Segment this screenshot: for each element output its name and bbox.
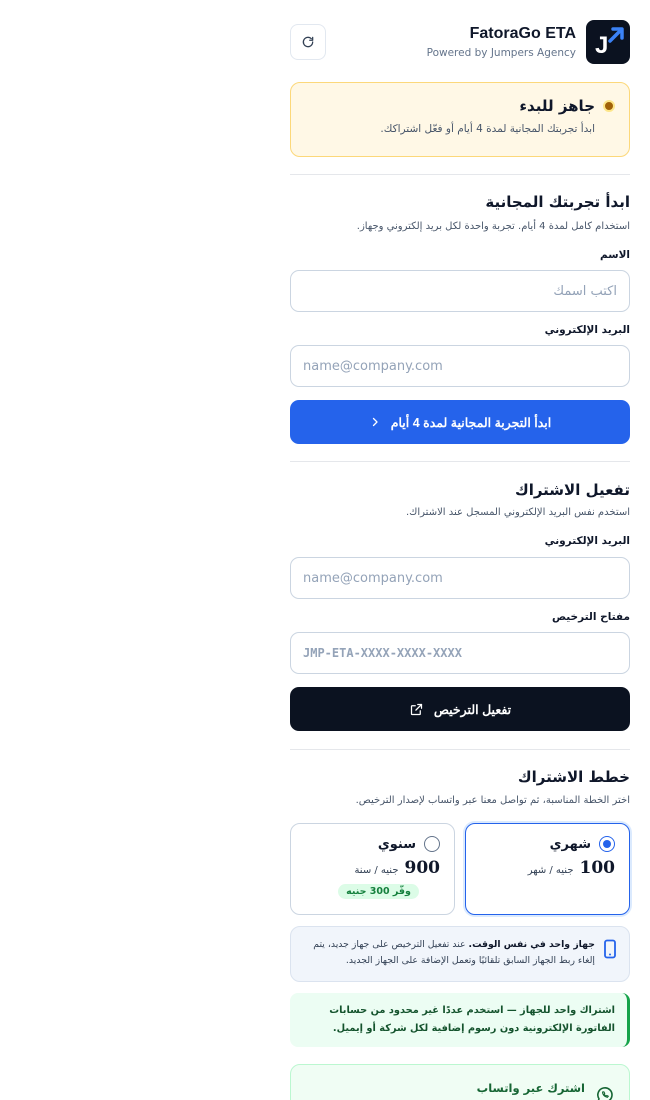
plan-yearly-card[interactable]: سنوي 900 جنيه / سنة وفّر 300 جنيه bbox=[290, 823, 455, 915]
divider bbox=[290, 174, 630, 175]
whatsapp-icon bbox=[597, 1087, 613, 1100]
plan-yearly-unit: جنيه / سنة bbox=[354, 865, 399, 876]
activation-title: تفعيل الاشتراك bbox=[514, 481, 630, 499]
device-note: جهاز واحد في نفس الوقت. عند تفعيل الترخي… bbox=[290, 926, 630, 982]
license-key-label: مفتاح الترخيص bbox=[551, 611, 630, 623]
activate-license-button[interactable]: تفعيل الترخيص bbox=[290, 687, 630, 731]
activation-subtitle: استخدم نفس البريد الإلكتروني المسجل عند … bbox=[405, 507, 630, 518]
activate-license-label: تفعيل الترخيص bbox=[433, 702, 512, 717]
popup-page: FatoraGo ETA Powered by Jumpers Agency J… bbox=[290, 0, 630, 1100]
device-note-text: جهاز واحد في نفس الوقت. عند تفعيل الترخي… bbox=[303, 937, 595, 971]
plan-yearly-name: سنوي bbox=[377, 836, 416, 852]
plan-monthly-unit: جنيه / شهر bbox=[527, 865, 574, 876]
trial-email-input[interactable] bbox=[290, 345, 630, 387]
trial-email-label: البريد الإلكتروني bbox=[544, 324, 630, 336]
device-note-bold: جهاز واحد في نفس الوقت. bbox=[468, 939, 595, 950]
header: FatoraGo ETA Powered by Jumpers Agency J bbox=[290, 20, 630, 64]
app-subtitle: Powered by Jumpers Agency bbox=[426, 47, 576, 59]
phone-icon bbox=[604, 939, 616, 959]
status-card: جاهز للبدء ابدأ تجربتك المجانية لمدة 4 أ… bbox=[290, 82, 630, 157]
start-trial-label: ابدأ التجربة المجانية لمدة 4 أيام bbox=[390, 415, 552, 430]
brand-text: FatoraGo ETA Powered by Jumpers Agency bbox=[427, 23, 576, 61]
plans-subtitle: اختر الخطة المناسبة، ثم تواصل معنا عبر و… bbox=[355, 795, 630, 806]
whatsapp-title: اشترك عبر واتساب bbox=[476, 1081, 585, 1095]
name-input[interactable] bbox=[290, 270, 630, 312]
plan-monthly-price: 100 bbox=[579, 858, 616, 878]
status-title: جاهز للبدء bbox=[519, 97, 595, 115]
app-logo: J bbox=[586, 20, 630, 64]
refresh-icon bbox=[302, 36, 314, 48]
brand: FatoraGo ETA Powered by Jumpers Agency J bbox=[427, 20, 630, 64]
whatsapp-subscribe-card[interactable]: اشترك عبر واتساب bbox=[290, 1064, 630, 1100]
plans-title: خطط الاشتراك bbox=[517, 768, 630, 786]
unlimited-accounts-note: اشتراك واحد للجهاز — استخدم عددًا غير مح… bbox=[290, 993, 630, 1047]
start-trial-button[interactable]: ابدأ التجربة المجانية لمدة 4 أيام bbox=[290, 400, 630, 444]
trial-subtitle: استخدام كامل لمدة 4 أيام. تجربة واحدة لك… bbox=[356, 221, 630, 232]
logo-letter: J bbox=[595, 32, 608, 59]
name-label: الاسم bbox=[600, 249, 630, 261]
status-dot-icon bbox=[603, 100, 615, 112]
plan-monthly-card[interactable]: شهري 100 جنيه / شهر bbox=[465, 823, 630, 915]
divider bbox=[290, 461, 630, 462]
plan-yearly-radio[interactable] bbox=[424, 836, 440, 852]
license-key-input[interactable] bbox=[290, 632, 630, 674]
plan-monthly-name: شهري bbox=[549, 836, 591, 852]
divider bbox=[290, 749, 630, 750]
plan-yearly-badge: وفّر 300 جنيه bbox=[338, 884, 419, 899]
chevron-left-icon bbox=[372, 417, 378, 427]
plan-monthly-radio[interactable] bbox=[599, 836, 615, 852]
activation-email-label: البريد الإلكتروني bbox=[544, 535, 630, 547]
refresh-button[interactable] bbox=[290, 24, 326, 60]
activation-email-input[interactable] bbox=[290, 557, 630, 599]
trial-title: ابدأ تجربتك المجانية bbox=[485, 193, 630, 211]
plan-yearly-price: 900 bbox=[404, 858, 441, 878]
app-title: FatoraGo ETA bbox=[469, 25, 576, 42]
status-subtitle: ابدأ تجربتك المجانية لمدة 4 أيام أو فعّل… bbox=[380, 123, 595, 135]
external-link-icon bbox=[410, 703, 422, 715]
